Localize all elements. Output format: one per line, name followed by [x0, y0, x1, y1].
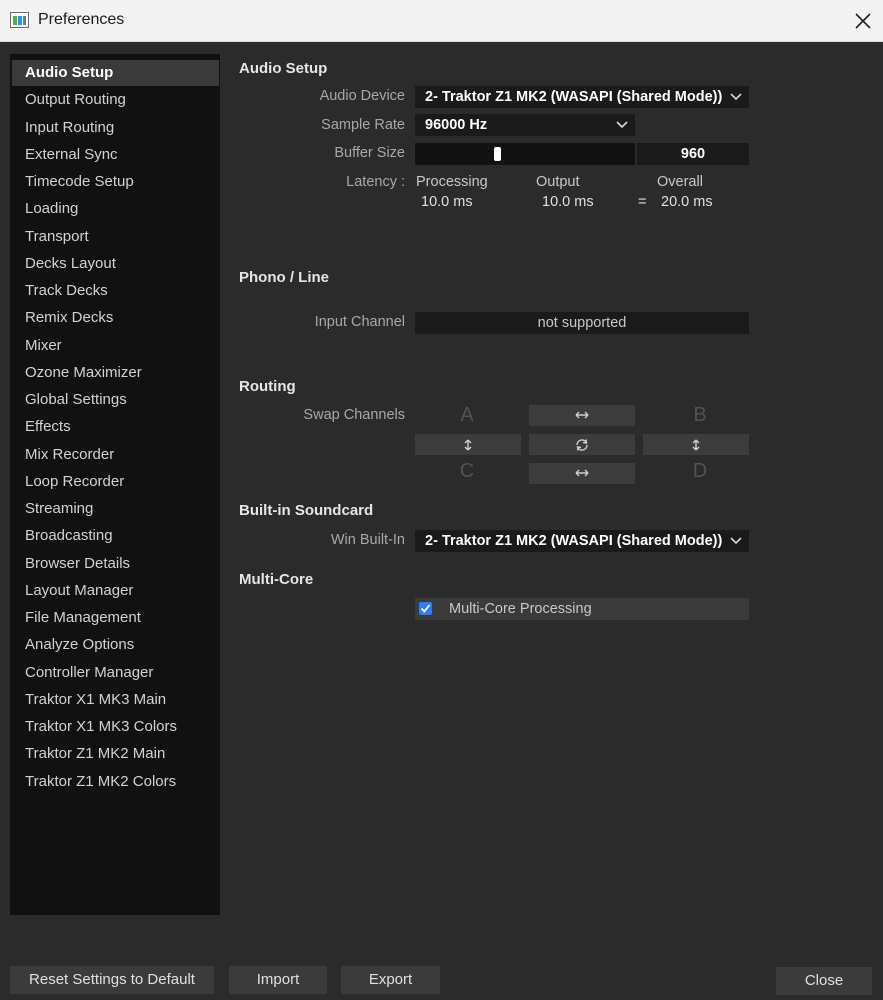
sidebar-item-input-routing[interactable]: Input Routing: [12, 115, 219, 141]
sidebar-item-decks-layout[interactable]: Decks Layout: [12, 251, 219, 277]
processing-label: Processing: [416, 174, 488, 190]
buffer-size-value[interactable]: 960: [637, 143, 749, 165]
buffer-size-label: Buffer Size: [334, 145, 405, 161]
sidebar: Audio Setup Output Routing Input Routing Ex…: [10, 54, 220, 915]
processing-value: 10.0 ms: [421, 194, 473, 210]
export-button[interactable]: Export: [341, 966, 440, 994]
sidebar-item-remix-decks[interactable]: Remix Decks: [12, 305, 219, 331]
swap-a-c-button[interactable]: [415, 434, 521, 455]
reset-settings-button[interactable]: Reset Settings to Default: [10, 966, 214, 994]
sidebar-item-traktor-z1-mk2-colors[interactable]: Traktor Z1 MK2 Colors: [12, 769, 219, 795]
overall-label: Overall: [657, 174, 703, 190]
sidebar-item-streaming[interactable]: Streaming: [12, 496, 219, 522]
sidebar-item-external-sync[interactable]: External Sync: [12, 142, 219, 168]
swap-channels-label: Swap Channels: [303, 407, 405, 423]
win-builtin-label: Win Built-In: [330, 532, 405, 548]
sidebar-item-loading[interactable]: Loading: [12, 196, 219, 222]
section-builtin-soundcard: Built-in Soundcard: [239, 502, 374, 519]
sample-rate-label: Sample Rate: [321, 117, 405, 133]
channel-b-label: B: [693, 404, 707, 426]
channel-a-label: A: [460, 404, 474, 426]
multicore-processing-toggle[interactable]: Multi-Core Processing: [415, 598, 749, 620]
sidebar-item-file-management[interactable]: File Management: [12, 605, 219, 631]
sample-rate-value: 96000 Hz: [425, 117, 488, 133]
section-routing: Routing: [239, 378, 296, 395]
overall-value: 20.0 ms: [661, 194, 713, 210]
multicore-label: Multi-Core Processing: [449, 601, 592, 617]
sidebar-item-traktor-z1-mk2-main[interactable]: Traktor Z1 MK2 Main: [12, 741, 219, 767]
app-icon: [10, 12, 29, 28]
swap-c-d-button[interactable]: [529, 463, 635, 484]
output-label: Output: [536, 174, 580, 190]
import-button[interactable]: Import: [229, 966, 327, 994]
swap-vertical-icon: [464, 439, 472, 451]
audio-device-label: Audio Device: [319, 88, 405, 104]
chevron-down-icon: [727, 530, 745, 552]
equals-sign: =: [638, 194, 647, 210]
latency-label: Latency :: [346, 174, 405, 190]
sidebar-item-traktor-x1-mk3-colors[interactable]: Traktor X1 MK3 Colors: [12, 714, 219, 740]
multicore-checkbox[interactable]: [419, 602, 432, 615]
sidebar-item-controller-manager[interactable]: Controller Manager: [12, 660, 219, 686]
swap-horizontal-icon: [575, 469, 589, 477]
chevron-down-icon: [613, 114, 631, 136]
sidebar-item-transport[interactable]: Transport: [12, 224, 219, 250]
sidebar-item-mix-recorder[interactable]: Mix Recorder: [12, 442, 219, 468]
output-value: 10.0 ms: [542, 194, 594, 210]
sidebar-item-timecode-setup[interactable]: Timecode Setup: [12, 169, 219, 195]
section-audio-setup: Audio Setup: [239, 60, 328, 77]
swap-b-d-button[interactable]: [643, 434, 749, 455]
rotate-icon: [576, 439, 588, 451]
sidebar-item-global-settings[interactable]: Global Settings: [12, 387, 219, 413]
sidebar-item-mixer[interactable]: Mixer: [12, 333, 219, 359]
buffer-size-slider[interactable]: [415, 143, 635, 165]
sample-rate-dropdown[interactable]: 96000 Hz: [415, 114, 635, 136]
win-builtin-value: 2- Traktor Z1 MK2 (WASAPI (Shared Mode)): [425, 533, 723, 549]
swap-a-b-button[interactable]: [529, 405, 635, 426]
sidebar-item-analyze-options[interactable]: Analyze Options: [12, 632, 219, 658]
checkmark-icon: [420, 604, 431, 613]
win-builtin-dropdown[interactable]: 2- Traktor Z1 MK2 (WASAPI (Shared Mode)): [415, 530, 749, 552]
sidebar-item-browser-details[interactable]: Browser Details: [12, 551, 219, 577]
section-multicore: Multi-Core: [239, 571, 314, 588]
sidebar-item-loop-recorder[interactable]: Loop Recorder: [12, 469, 219, 495]
sidebar-item-layout-manager[interactable]: Layout Manager: [12, 578, 219, 604]
swap-vertical-icon: [692, 439, 700, 451]
audio-device-value: 2- Traktor Z1 MK2 (WASAPI (Shared Mode)): [425, 89, 723, 105]
title-bar: Preferences: [0, 0, 883, 42]
window-close-icon[interactable]: [850, 8, 876, 34]
sidebar-item-effects[interactable]: Effects: [12, 414, 219, 440]
sidebar-item-audio-setup[interactable]: Audio Setup: [12, 60, 219, 86]
sidebar-item-traktor-x1-mk3-main[interactable]: Traktor X1 MK3 Main: [12, 687, 219, 713]
input-channel-field: not supported: [415, 312, 749, 334]
audio-device-dropdown[interactable]: 2- Traktor Z1 MK2 (WASAPI (Shared Mode)): [415, 86, 749, 108]
close-button[interactable]: Close: [776, 967, 872, 995]
channel-c-label: C: [459, 460, 475, 482]
slider-thumb[interactable]: [494, 147, 501, 161]
input-channel-label: Input Channel: [314, 314, 405, 330]
swap-horizontal-icon: [575, 411, 589, 419]
chevron-down-icon: [727, 86, 745, 108]
sidebar-item-broadcasting[interactable]: Broadcasting: [12, 523, 219, 549]
sidebar-item-track-decks[interactable]: Track Decks: [12, 278, 219, 304]
sidebar-item-output-routing[interactable]: Output Routing: [12, 87, 219, 113]
window-title: Preferences: [38, 11, 125, 28]
section-phono-line: Phono / Line: [239, 269, 329, 286]
sidebar-item-ozone-maximizer[interactable]: Ozone Maximizer: [12, 360, 219, 386]
channel-d-label: D: [692, 460, 708, 482]
swap-all-button[interactable]: [529, 434, 635, 455]
